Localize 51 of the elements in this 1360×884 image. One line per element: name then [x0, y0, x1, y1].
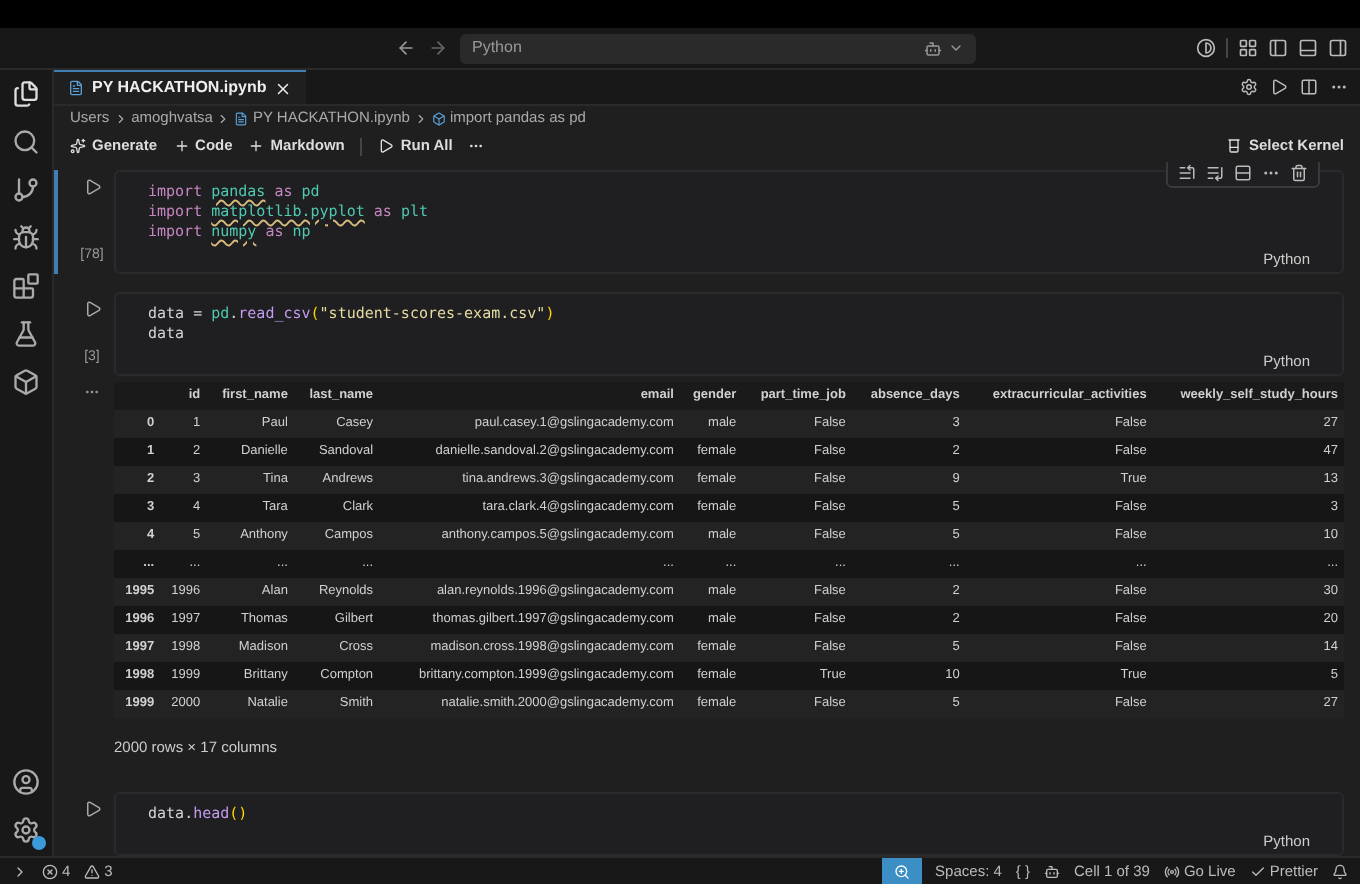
extensions-icon[interactable] — [12, 272, 40, 300]
forward-icon[interactable] — [428, 38, 448, 58]
run-above-icon[interactable] — [1178, 164, 1196, 182]
back-icon[interactable] — [396, 38, 416, 58]
update-badge-icon — [32, 836, 46, 850]
run-debug-icon[interactable] — [12, 224, 40, 252]
zoom-icon — [893, 863, 910, 879]
plus-icon — [173, 138, 190, 154]
panel-left-icon[interactable] — [1268, 38, 1288, 58]
chevron-right-icon — [216, 111, 231, 125]
panel-right-icon[interactable] — [1328, 38, 1348, 58]
chevron-down-icon[interactable] — [948, 40, 964, 56]
run-cell-icon[interactable] — [83, 300, 101, 319]
notebook-file-icon — [68, 80, 84, 96]
copilot-icon[interactable] — [1044, 863, 1060, 879]
run-below-icon[interactable] — [1206, 164, 1224, 182]
delete-icon[interactable] — [1290, 164, 1308, 182]
notifications-icon[interactable] — [1332, 863, 1348, 879]
notebook-file-icon — [234, 111, 249, 125]
source-control-icon[interactable] — [12, 176, 40, 204]
check-icon — [1249, 863, 1266, 879]
layout-icon[interactable] — [1238, 38, 1258, 58]
warning-icon — [84, 863, 101, 879]
sparkle-icon — [70, 138, 86, 154]
copilot-icon[interactable] — [924, 39, 942, 57]
chevron-right-icon — [413, 111, 428, 125]
flask-icon[interactable] — [12, 320, 40, 348]
search-icon[interactable] — [12, 128, 40, 156]
half-circle-icon[interactable] — [1196, 38, 1216, 58]
zoom-button[interactable] — [881, 858, 922, 884]
plus-icon — [248, 138, 265, 154]
account-icon[interactable] — [12, 768, 40, 796]
run-cell-icon[interactable] — [83, 800, 101, 818]
settings-icon[interactable] — [12, 816, 40, 844]
remote-icon[interactable] — [12, 863, 28, 879]
command-search-field[interactable]: Python — [460, 33, 976, 63]
editor-tab[interactable]: PY HACKATHON.ipynb — [54, 70, 307, 104]
error-icon — [42, 863, 58, 879]
cube-icon — [431, 111, 446, 125]
chevron-right-icon — [113, 111, 128, 125]
files-icon[interactable] — [12, 80, 40, 108]
split-editor-icon[interactable] — [1300, 78, 1318, 96]
close-icon[interactable] — [274, 79, 293, 97]
beaker-icon — [1226, 138, 1243, 154]
run-icon[interactable] — [1270, 78, 1288, 96]
gear-icon[interactable] — [1240, 78, 1258, 96]
run-all-icon — [378, 138, 395, 154]
run-cell-icon[interactable] — [83, 178, 101, 196]
broadcast-icon — [1163, 863, 1180, 879]
panel-bottom-icon[interactable] — [1298, 38, 1318, 58]
split-cell-icon[interactable] — [1234, 164, 1252, 182]
